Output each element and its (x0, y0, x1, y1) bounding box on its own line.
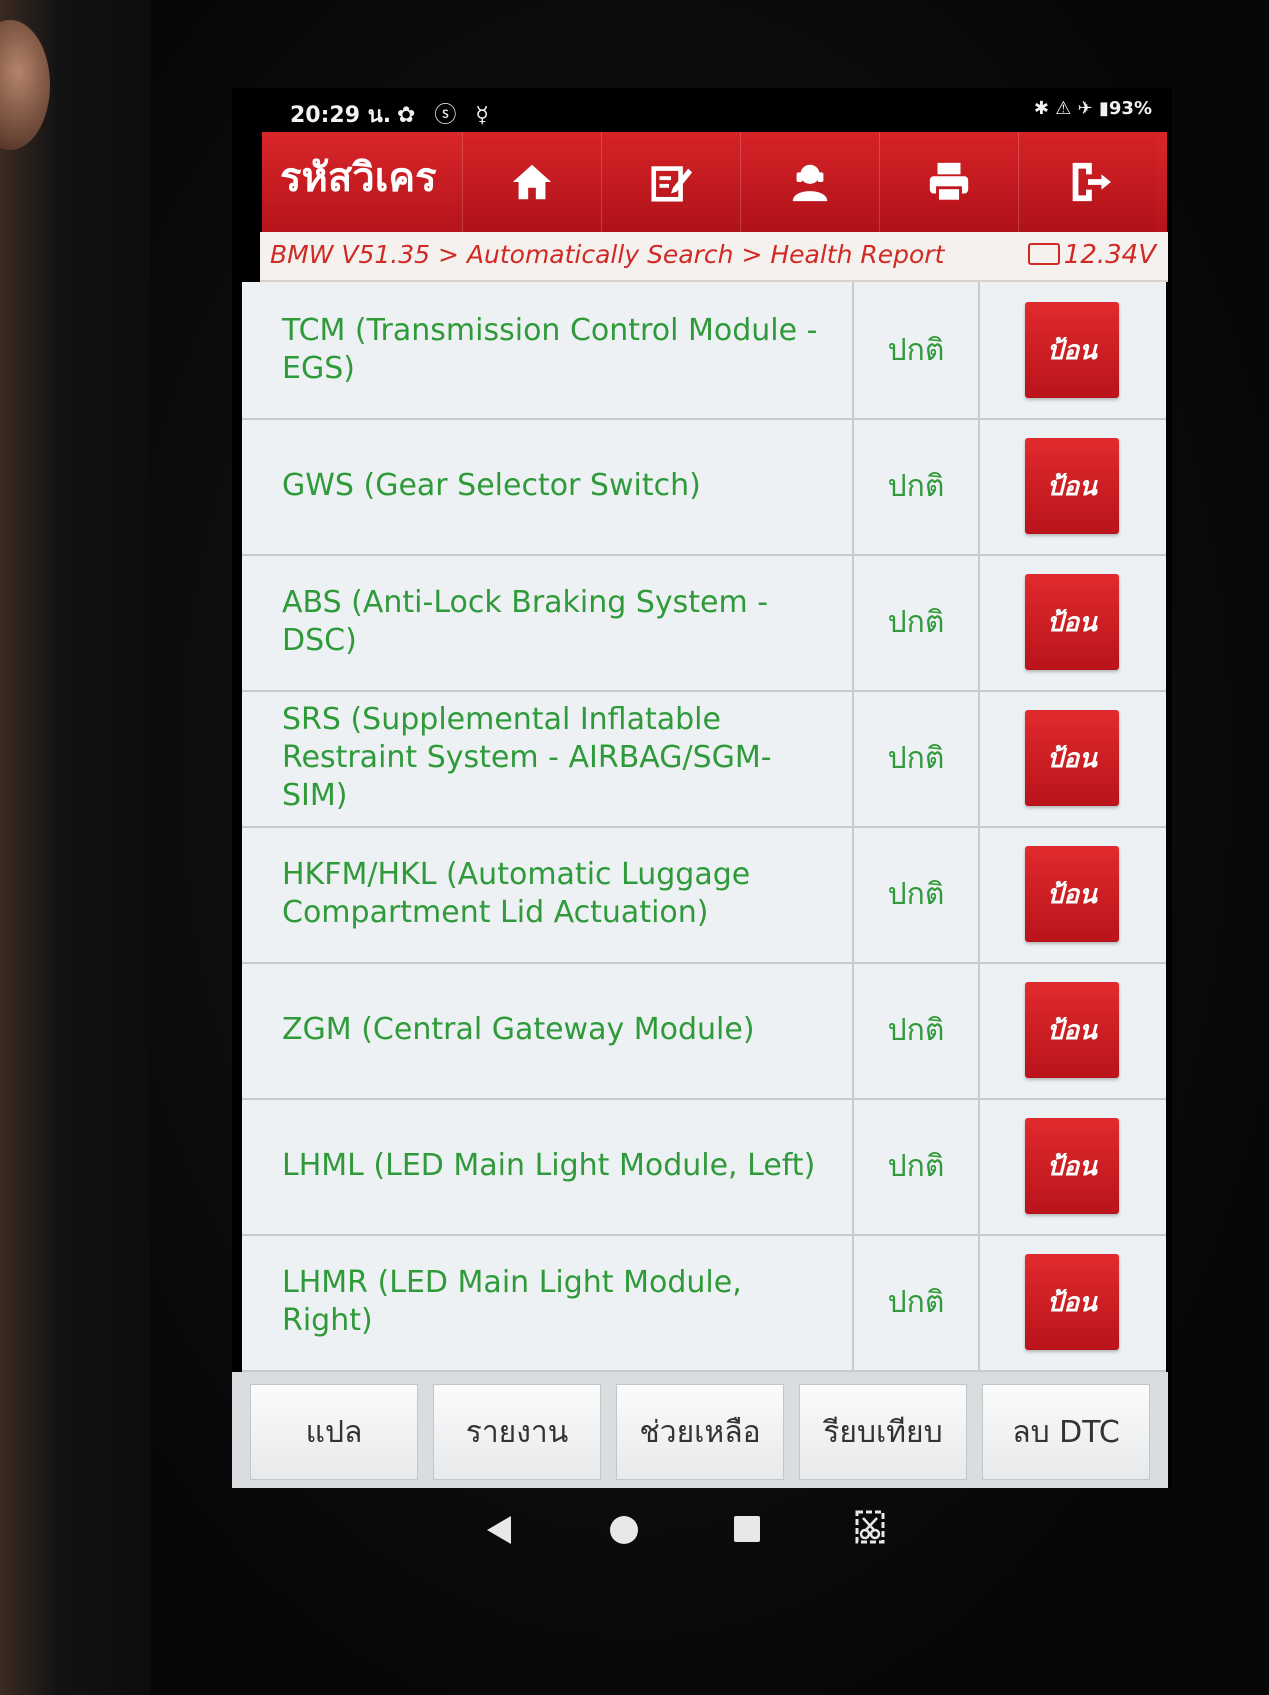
enter-button[interactable]: ป้อน (1025, 710, 1119, 806)
title-bar: รหัสวิเคร (262, 132, 1167, 232)
edit-button[interactable] (601, 132, 740, 232)
enter-button[interactable]: ป้อน (1025, 1118, 1119, 1214)
table-row: GWS (Gear Selector Switch) ปกติ ป้อน (242, 418, 1166, 556)
battery-icon (1027, 243, 1060, 265)
action-cell: ป้อน (978, 826, 1166, 962)
status-system-icons: ✱ ⚠ ✈ ▮93% (1033, 98, 1152, 119)
status-bar: 20:29 น. ✿ ⓢ ☿ (232, 88, 1172, 132)
device-bezel (0, 0, 150, 1695)
action-cell: ป้อน (978, 554, 1166, 690)
table-row: LHML (LED Main Light Module, Left) ปกติ … (242, 1098, 1166, 1236)
module-status: ปกติ (854, 1234, 980, 1370)
action-cell: ป้อน (978, 1234, 1166, 1370)
module-name: LHMR (LED Main Light Module, Right) (242, 1234, 854, 1370)
home-icon (512, 164, 552, 200)
module-status: ปกติ (854, 962, 980, 1098)
screenshot-icon[interactable] (855, 1510, 885, 1544)
module-name: GWS (Gear Selector Switch) (242, 418, 854, 554)
printer-icon (929, 162, 969, 203)
user-icon (792, 164, 828, 202)
module-name: HKFM/HKL (Automatic Luggage Compartment … (242, 826, 854, 962)
module-status: ปกติ (854, 554, 980, 690)
app-screen: 20:29 น. ✿ ⓢ ☿ รหัสวิเคร ✱ ⚠ ✈ ▮93% BMW … (232, 88, 1172, 1488)
enter-button[interactable]: ป้อน (1025, 574, 1119, 670)
recent-apps-icon[interactable] (734, 1516, 760, 1542)
clear-dtc-button[interactable]: ลบ DTC (982, 1384, 1150, 1480)
health-report-table: TCM (Transmission Control Module - EGS) … (242, 282, 1166, 1372)
breadcrumb: BMW V51.35 > Automatically Search > Heal… (260, 232, 1168, 282)
breadcrumb-path: BMW V51.35 > Automatically Search > Heal… (270, 240, 945, 269)
enter-button[interactable]: ป้อน (1025, 982, 1119, 1078)
module-name: LHML (LED Main Light Module, Left) (242, 1098, 854, 1234)
enter-button[interactable]: ป้อน (1025, 1254, 1119, 1350)
print-button[interactable] (879, 132, 1018, 232)
status-time: 20:29 น. (290, 103, 392, 128)
user-button[interactable] (740, 132, 879, 232)
module-name: TCM (Transmission Control Module - EGS) (242, 282, 854, 418)
module-name: ZGM (Central Gateway Module) (242, 962, 854, 1098)
enter-button[interactable]: ป้อน (1025, 302, 1119, 398)
table-row: ABS (Anti-Lock Braking System - DSC) ปกต… (242, 554, 1166, 692)
table-row: SRS (Supplemental Inflatable Restraint S… (242, 690, 1166, 828)
enter-button[interactable]: ป้อน (1025, 846, 1119, 942)
translate-button[interactable]: แปล (250, 1384, 418, 1480)
help-button[interactable]: ช่วยเหลือ (616, 1384, 784, 1480)
module-status: ปกติ (854, 418, 980, 554)
app-title: รหัสวิเคร (280, 155, 437, 201)
module-name: SRS (Supplemental Inflatable Restraint S… (242, 690, 854, 826)
module-name: ABS (Anti-Lock Braking System - DSC) (242, 554, 854, 690)
table-row: TCM (Transmission Control Module - EGS) … (242, 282, 1166, 420)
table-row: LHMR (LED Main Light Module, Right) ปกติ… (242, 1234, 1166, 1372)
module-status: ปกติ (854, 282, 980, 418)
table-row: HKFM/HKL (Automatic Luggage Compartment … (242, 826, 1166, 964)
status-notification-icons: ✿ ⓢ ☿ (397, 103, 495, 128)
home-circle-icon[interactable] (610, 1516, 638, 1544)
enter-button[interactable]: ป้อน (1025, 438, 1119, 534)
action-cell: ป้อน (978, 962, 1166, 1098)
action-cell: ป้อน (978, 418, 1166, 554)
action-cell: ป้อน (978, 1098, 1166, 1234)
exit-icon (1072, 162, 1111, 202)
back-icon[interactable] (487, 1516, 511, 1544)
module-status: ปกติ (854, 826, 980, 962)
voltage-value: 12.34V (1063, 240, 1156, 270)
home-button[interactable] (462, 132, 601, 232)
action-cell: ป้อน (978, 282, 1166, 418)
action-cell: ป้อน (978, 690, 1166, 826)
table-row: ZGM (Central Gateway Module) ปกติ ป้อน (242, 962, 1166, 1100)
battery-voltage: 12.34V (1027, 232, 1156, 278)
module-status: ปกติ (854, 690, 980, 826)
edit-icon (651, 166, 693, 202)
report-button[interactable]: รายงาน (433, 1384, 601, 1480)
bottom-toolbar: แปล รายงาน ช่วยเหลือ รียบเทียบ ลบ DTC (232, 1372, 1168, 1488)
android-navigation-bar (232, 1498, 1172, 1568)
module-status: ปกติ (854, 1098, 980, 1234)
compare-button[interactable]: รียบเทียบ (799, 1384, 967, 1480)
tablet-device: 20:29 น. ✿ ⓢ ☿ รหัสวิเคร ✱ ⚠ ✈ ▮93% BMW … (0, 0, 1269, 1695)
exit-button[interactable] (1018, 132, 1157, 232)
